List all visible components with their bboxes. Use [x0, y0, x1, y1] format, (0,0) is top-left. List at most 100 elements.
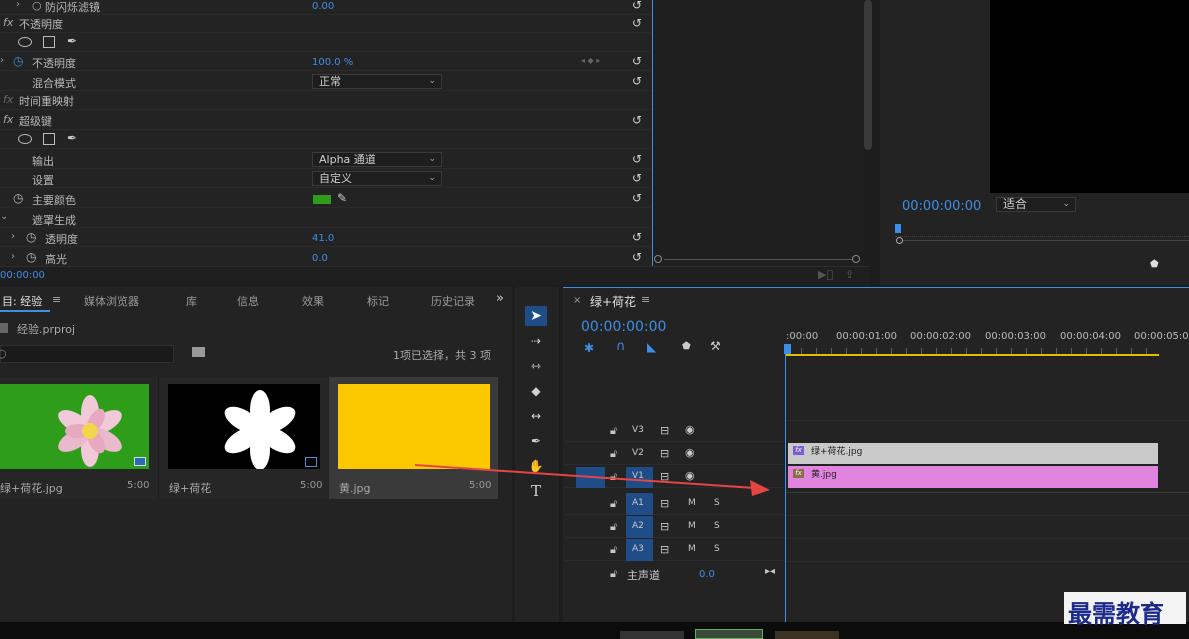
- pen-tool-icon[interactable]: ✒: [525, 431, 547, 451]
- clip-v2[interactable]: fx 绿+荷花.jpg: [788, 443, 1158, 464]
- reset-icon[interactable]: ↺: [632, 17, 644, 29]
- effect-value[interactable]: 100.0 %: [312, 57, 353, 68]
- reset-icon[interactable]: ↺: [632, 0, 644, 11]
- snap-icon[interactable]: ∩: [616, 339, 626, 354]
- wrench-icon[interactable]: ⚒: [710, 339, 721, 353]
- mute-button[interactable]: M: [688, 521, 696, 531]
- project-item[interactable]: 绿+荷花.jpg 5:00: [0, 377, 158, 499]
- razor-tool-icon[interactable]: ◆: [525, 381, 547, 401]
- vertical-scrollbar[interactable]: [864, 0, 872, 150]
- tab-info[interactable]: 信息: [237, 293, 259, 309]
- reset-icon[interactable]: ↺: [632, 251, 644, 263]
- key-color-swatch[interactable]: [313, 195, 331, 204]
- zoom-fit-select[interactable]: 适合 ⌄: [996, 197, 1076, 212]
- expand-chevron-icon[interactable]: ›: [0, 55, 4, 66]
- effect-keyframe-area[interactable]: [652, 0, 864, 266]
- project-search-input[interactable]: ○: [0, 345, 174, 363]
- sync-icon[interactable]: ⊟: [660, 447, 669, 460]
- collapse-chevron-icon[interactable]: ⌄: [0, 211, 8, 222]
- master-volume-value[interactable]: 0.0: [699, 569, 715, 580]
- tab-media-browser[interactable]: 媒体浏览器: [84, 293, 139, 309]
- ellipse-mask-icon[interactable]: [18, 37, 32, 47]
- reset-icon[interactable]: ↺: [632, 75, 644, 87]
- selection-tool-icon[interactable]: ➤: [525, 306, 547, 326]
- fx-icon[interactable]: fx: [3, 113, 13, 126]
- reset-icon[interactable]: ↺: [632, 192, 644, 204]
- nest-icon[interactable]: ✱: [584, 341, 594, 355]
- tab-project[interactable]: 目: 经验: [2, 293, 42, 309]
- sequence-tab[interactable]: 绿+荷花: [590, 293, 636, 310]
- lock-icon[interactable]: 🔓︎: [610, 424, 617, 438]
- stopwatch-icon[interactable]: ○: [32, 0, 42, 12]
- work-area-bar[interactable]: [786, 354, 1159, 356]
- project-item[interactable]: 绿+荷花 5:00: [158, 377, 328, 499]
- sync-icon[interactable]: ⊟: [660, 520, 669, 533]
- add-marker-icon[interactable]: ⬟: [682, 341, 691, 352]
- setting-select[interactable]: 自定义 ⌄: [312, 171, 442, 186]
- stopwatch-icon[interactable]: ◷: [13, 191, 23, 205]
- lock-icon[interactable]: 🔓︎: [610, 543, 617, 557]
- panel-menu-icon[interactable]: ≡: [52, 293, 61, 306]
- close-tab-icon[interactable]: ×: [573, 295, 581, 306]
- program-timecode[interactable]: 00:00:00:00: [902, 199, 981, 214]
- tab-effects[interactable]: 效果: [302, 293, 324, 309]
- pen-mask-icon[interactable]: ✒: [67, 34, 77, 48]
- solo-button[interactable]: S: [714, 521, 720, 531]
- effect-value[interactable]: 0.00: [312, 1, 334, 12]
- panel-menu-icon[interactable]: ≡: [641, 293, 650, 306]
- reset-icon[interactable]: ↺: [632, 55, 644, 67]
- sync-icon[interactable]: ⊟: [660, 424, 669, 437]
- time-ruler[interactable]: :00:00 00:00:01:00 00:00:02:00 00:00:03:…: [786, 328, 1189, 356]
- more-tabs-icon[interactable]: »: [496, 291, 504, 306]
- playhead-icon[interactable]: [784, 344, 791, 354]
- expand-chevron-icon[interactable]: ›: [16, 0, 20, 10]
- tab-markers[interactable]: 标记: [367, 293, 389, 309]
- new-bin-from-search-icon[interactable]: [192, 347, 205, 357]
- expand-chevron-icon[interactable]: ›: [11, 251, 15, 262]
- tab-libraries[interactable]: 库: [186, 293, 197, 309]
- rectangle-mask-icon[interactable]: [43, 133, 55, 145]
- tab-history[interactable]: 历史记录: [431, 293, 476, 309]
- stopwatch-active-icon[interactable]: ◷: [13, 54, 23, 68]
- slip-tool-icon[interactable]: ↔: [525, 406, 547, 426]
- timeline-timecode[interactable]: 00:00:00:00: [581, 319, 666, 335]
- eye-icon[interactable]: ◉: [685, 423, 695, 436]
- track-master[interactable]: 🔓︎ 主声道 0.0 ▸◂: [565, 563, 785, 585]
- rectangle-mask-icon[interactable]: [43, 36, 55, 48]
- mute-button[interactable]: M: [688, 544, 696, 554]
- ripple-edit-tool-icon[interactable]: ⇿: [525, 356, 547, 376]
- play-only-audio-icon[interactable]: ▶⃒: [818, 268, 833, 281]
- lock-icon[interactable]: 🔓︎: [610, 520, 617, 534]
- reset-icon[interactable]: ↺: [632, 231, 644, 243]
- stopwatch-icon[interactable]: ◷: [26, 230, 36, 244]
- taskbar-thumb[interactable]: [620, 631, 684, 639]
- taskbar-thumb[interactable]: [775, 631, 839, 639]
- clip-v1[interactable]: fx 黄.jpg: [788, 466, 1158, 488]
- fx-icon[interactable]: fx: [3, 93, 13, 106]
- reset-icon[interactable]: ↺: [632, 172, 644, 184]
- lock-icon[interactable]: 🔓︎: [610, 447, 617, 461]
- track-v3[interactable]: 🔓︎ V3 ⊟ ◉: [565, 420, 785, 442]
- blend-mode-select[interactable]: 正常 ⌄: [312, 74, 442, 89]
- eyedropper-icon[interactable]: ✎: [337, 191, 347, 205]
- export-icon[interactable]: ⇪: [845, 268, 854, 281]
- program-scrubber[interactable]: [895, 224, 1189, 244]
- go-to-end-icon[interactable]: ▸◂: [765, 566, 775, 577]
- playhead-icon[interactable]: [895, 224, 901, 233]
- output-select[interactable]: Alpha 通道 ⌄: [312, 152, 442, 167]
- lock-icon[interactable]: 🔓︎: [610, 567, 617, 581]
- reset-icon[interactable]: ↺: [632, 114, 644, 126]
- effect-timecode[interactable]: 00:00:00: [0, 270, 45, 281]
- pen-mask-icon[interactable]: ✒: [67, 131, 77, 145]
- fx-icon[interactable]: fx: [3, 16, 13, 29]
- stopwatch-icon[interactable]: ◷: [26, 250, 36, 264]
- sync-icon[interactable]: ⊟: [660, 543, 669, 556]
- track-a3[interactable]: 🔓︎ A3 ⊟ M S: [565, 539, 785, 561]
- track-a2[interactable]: 🔓︎ A2 ⊟ M S: [565, 516, 785, 538]
- ellipse-mask-icon[interactable]: [18, 134, 32, 144]
- taskbar-thumb-active[interactable]: [695, 629, 763, 639]
- expand-chevron-icon[interactable]: ›: [11, 231, 15, 242]
- keyframe-scrollbar[interactable]: [652, 255, 862, 263]
- track-select-tool-icon[interactable]: ⇢: [525, 331, 547, 351]
- effect-value[interactable]: 41.0: [312, 233, 334, 244]
